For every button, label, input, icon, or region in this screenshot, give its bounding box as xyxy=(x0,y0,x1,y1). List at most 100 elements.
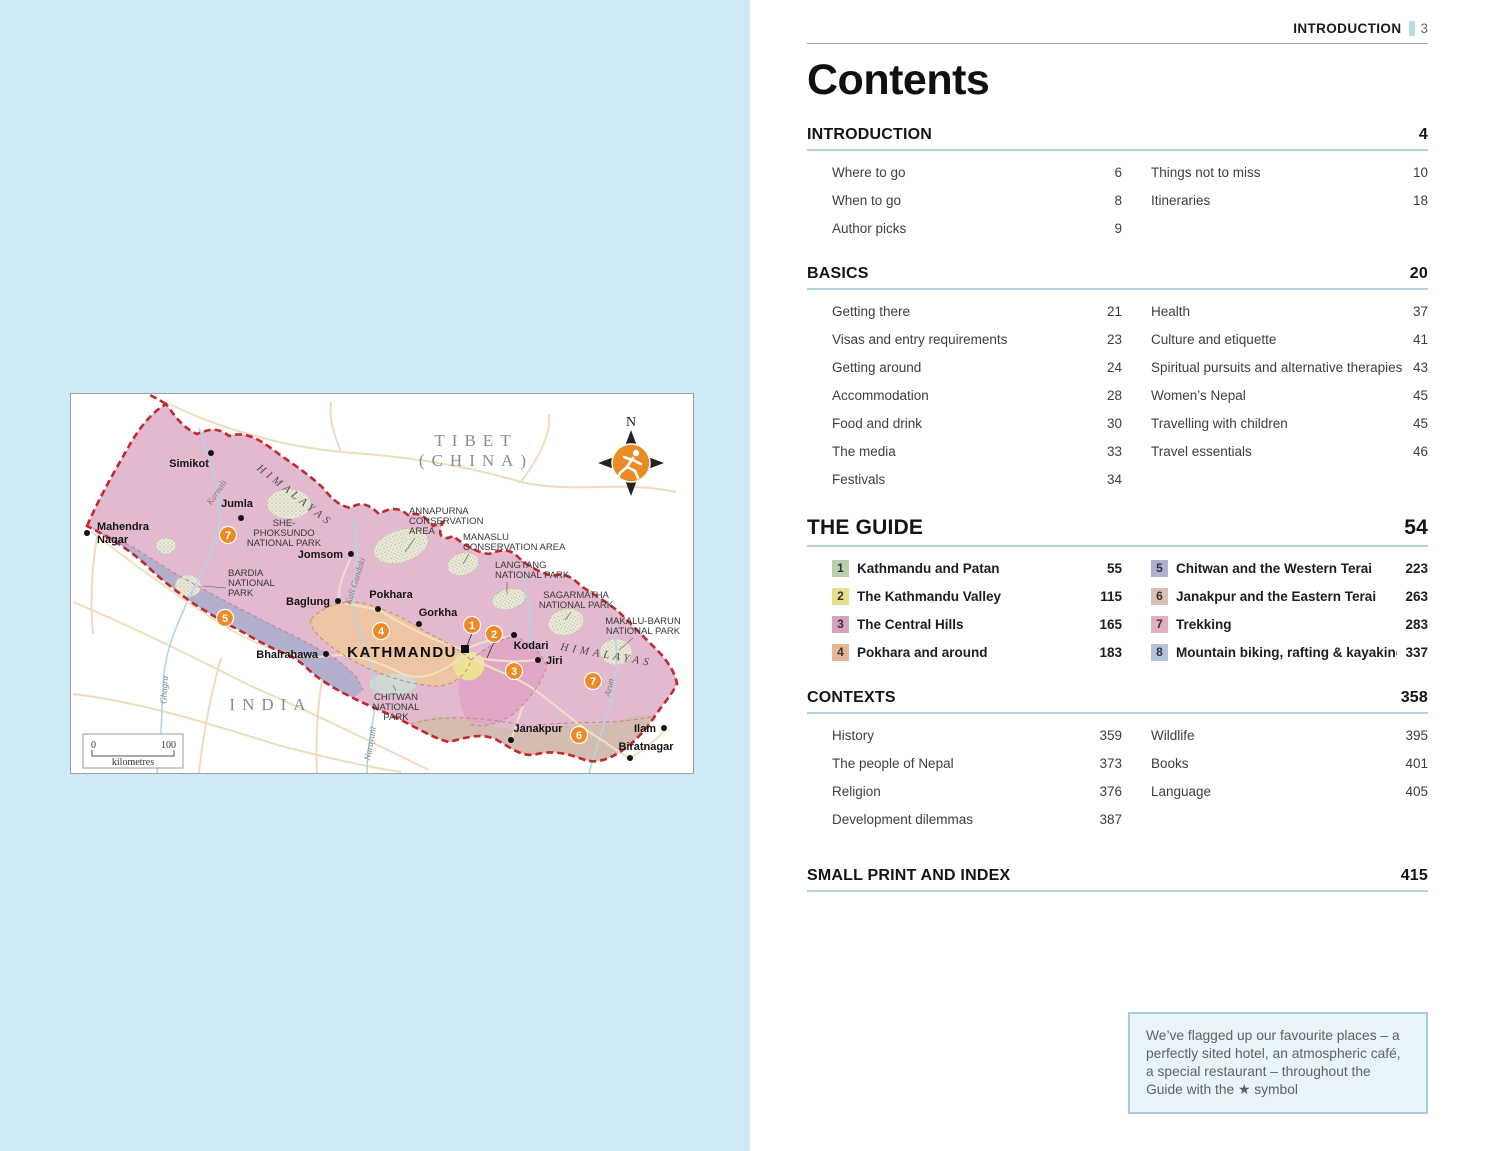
running-header-page-number: 3 xyxy=(1420,21,1428,36)
toc-row: Wildlife395 xyxy=(1151,721,1428,749)
svg-text:100: 100 xyxy=(161,740,176,751)
svg-text:4: 4 xyxy=(378,626,385,638)
svg-text:Simikot: Simikot xyxy=(169,458,209,470)
capital-label: KATHMANDU xyxy=(347,644,457,661)
section-page: 358 xyxy=(1401,689,1428,707)
header-accent-bar xyxy=(1409,21,1415,36)
svg-text:Ilam: Ilam xyxy=(634,723,656,735)
toc-row: Health37 xyxy=(1151,297,1428,325)
section-introduction: INTRODUCTION 4 Where to go6 When to go8 … xyxy=(807,126,1428,242)
svg-text:7: 7 xyxy=(225,530,231,542)
section-heading: INTRODUCTION 4 xyxy=(807,126,1428,151)
svg-text:NATIONAL PARK: NATIONAL PARK xyxy=(606,626,681,637)
section-page: 20 xyxy=(1410,265,1428,283)
toc-row: Visas and entry requirements23 xyxy=(832,325,1122,353)
left-page: TIBET (CHINA) INDIA HIMALAYAS HIMALAYAS … xyxy=(0,0,750,1151)
country-label-tibet: TIBET xyxy=(434,431,517,450)
running-header: INTRODUCTION 3 xyxy=(807,18,1428,38)
svg-text:NATIONAL PARK: NATIONAL PARK xyxy=(247,538,322,549)
toc-row: 8Mountain biking, rafting & kayaking337 xyxy=(1151,638,1428,666)
toc-row: Author picks9 xyxy=(832,214,1122,242)
svg-text:NATIONAL PARK: NATIONAL PARK xyxy=(495,570,570,581)
toc-row: Travel essentials46 xyxy=(1151,437,1428,465)
toc-row: Culture and etiquette41 xyxy=(1151,325,1428,353)
toc-row: Getting there21 xyxy=(832,297,1122,325)
toc-row: 3The Central Hills165 xyxy=(832,610,1122,638)
page-title: Contents xyxy=(807,57,1428,103)
contents-page: INTRODUCTION 3 Contents INTRODUCTION 4 W… xyxy=(750,0,1500,1151)
svg-text:Gorkha: Gorkha xyxy=(419,607,458,619)
section-the-guide: THE GUIDE 54 1Kathmandu and Patan55 2The… xyxy=(807,516,1428,666)
toc-row: Spiritual pursuits and alternative thera… xyxy=(1151,353,1428,381)
svg-text:AREA: AREA xyxy=(409,526,436,537)
toc-row: History359 xyxy=(832,721,1122,749)
section-page: 54 xyxy=(1404,516,1428,540)
chapter-number-badge: 4 xyxy=(832,644,849,661)
svg-text:Janakpur: Janakpur xyxy=(514,723,564,735)
toc-row: 7Trekking283 xyxy=(1151,610,1428,638)
compass-rose: N xyxy=(598,415,664,496)
favourites-note: We’ve flagged up our favourite places – … xyxy=(1128,1012,1428,1114)
toc-row: Accommodation28 xyxy=(832,381,1122,409)
chapter-number-badge: 1 xyxy=(832,560,849,577)
section-small-print: SMALL PRINT AND INDEX 415 xyxy=(807,867,1428,892)
chapter-number-badge: 6 xyxy=(1151,588,1168,605)
section-contexts: CONTEXTS 358 History359 The people of Ne… xyxy=(807,689,1428,833)
svg-text:Bhairahawa: Bhairahawa xyxy=(256,649,319,661)
toc-row: 1Kathmandu and Patan55 xyxy=(832,554,1122,582)
svg-text:Kodari: Kodari xyxy=(514,640,549,652)
svg-text:6: 6 xyxy=(576,730,582,742)
section-heading: CONTEXTS 358 xyxy=(807,689,1428,714)
header-rule xyxy=(807,43,1428,44)
svg-text:Biratnagar: Biratnagar xyxy=(618,741,674,753)
toc-row: 6Janakpur and the Eastern Terai263 xyxy=(1151,582,1428,610)
svg-text:Nagar: Nagar xyxy=(97,534,129,546)
svg-text:Jiri: Jiri xyxy=(546,655,563,667)
svg-text:PARK: PARK xyxy=(383,712,409,723)
toc-row: Where to go6 xyxy=(832,158,1122,186)
section-name: CONTEXTS xyxy=(807,689,896,707)
chapter-number-badge: 8 xyxy=(1151,644,1168,661)
chapter-number-badge: 3 xyxy=(832,616,849,633)
nepal-map: TIBET (CHINA) INDIA HIMALAYAS HIMALAYAS … xyxy=(70,393,694,774)
section-name: INTRODUCTION xyxy=(807,126,932,144)
section-basics: BASICS 20 Getting there21 Visas and entr… xyxy=(807,265,1428,493)
svg-text:PARK: PARK xyxy=(228,588,254,599)
toc-row: Development dilemmas387 xyxy=(832,805,1122,833)
section-heading: SMALL PRINT AND INDEX 415 xyxy=(807,867,1428,892)
svg-text:Pokhara: Pokhara xyxy=(369,589,413,601)
country-label-india: INDIA xyxy=(229,695,312,714)
chapter-number-badge: 7 xyxy=(1151,616,1168,633)
toc-row: Food and drink30 xyxy=(832,409,1122,437)
river-label-ghagra: Ghagra xyxy=(158,675,169,704)
section-name: SMALL PRINT AND INDEX xyxy=(807,867,1010,885)
section-name: BASICS xyxy=(807,265,869,283)
svg-text:kilometres: kilometres xyxy=(112,757,154,768)
toc-row: Women’s Nepal45 xyxy=(1151,381,1428,409)
svg-text:1: 1 xyxy=(469,620,475,632)
toc-row: Things not to miss10 xyxy=(1151,158,1428,186)
chapter-number-badge: 2 xyxy=(832,588,849,605)
toc-row: 5Chitwan and the Western Terai223 xyxy=(1151,554,1428,582)
svg-text:CONSERVATION AREA: CONSERVATION AREA xyxy=(463,542,566,553)
svg-text:Baglung: Baglung xyxy=(286,596,330,608)
svg-text:Jomsom: Jomsom xyxy=(298,549,343,561)
section-page: 4 xyxy=(1419,126,1428,144)
toc-row: Getting around24 xyxy=(832,353,1122,381)
section-name: THE GUIDE xyxy=(807,516,923,540)
svg-text:2: 2 xyxy=(491,629,497,641)
toc-row: Travelling with children45 xyxy=(1151,409,1428,437)
section-heading: BASICS 20 xyxy=(807,265,1428,290)
toc-row: The media33 xyxy=(832,437,1122,465)
country-label-china: (CHINA) xyxy=(419,451,533,470)
section-page: 415 xyxy=(1401,867,1428,885)
svg-text:Mahendra: Mahendra xyxy=(97,521,150,533)
toc-row: Books401 xyxy=(1151,749,1428,777)
toc-row: When to go8 xyxy=(832,186,1122,214)
nepal-map-svg: TIBET (CHINA) INDIA HIMALAYAS HIMALAYAS … xyxy=(71,394,693,773)
scale-bar: 0 100 kilometres xyxy=(83,734,183,768)
chapter-number-badge: 5 xyxy=(1151,560,1168,577)
svg-text:Jumla: Jumla xyxy=(221,498,254,510)
running-header-section: INTRODUCTION xyxy=(1293,21,1401,36)
svg-text:7: 7 xyxy=(590,676,596,688)
